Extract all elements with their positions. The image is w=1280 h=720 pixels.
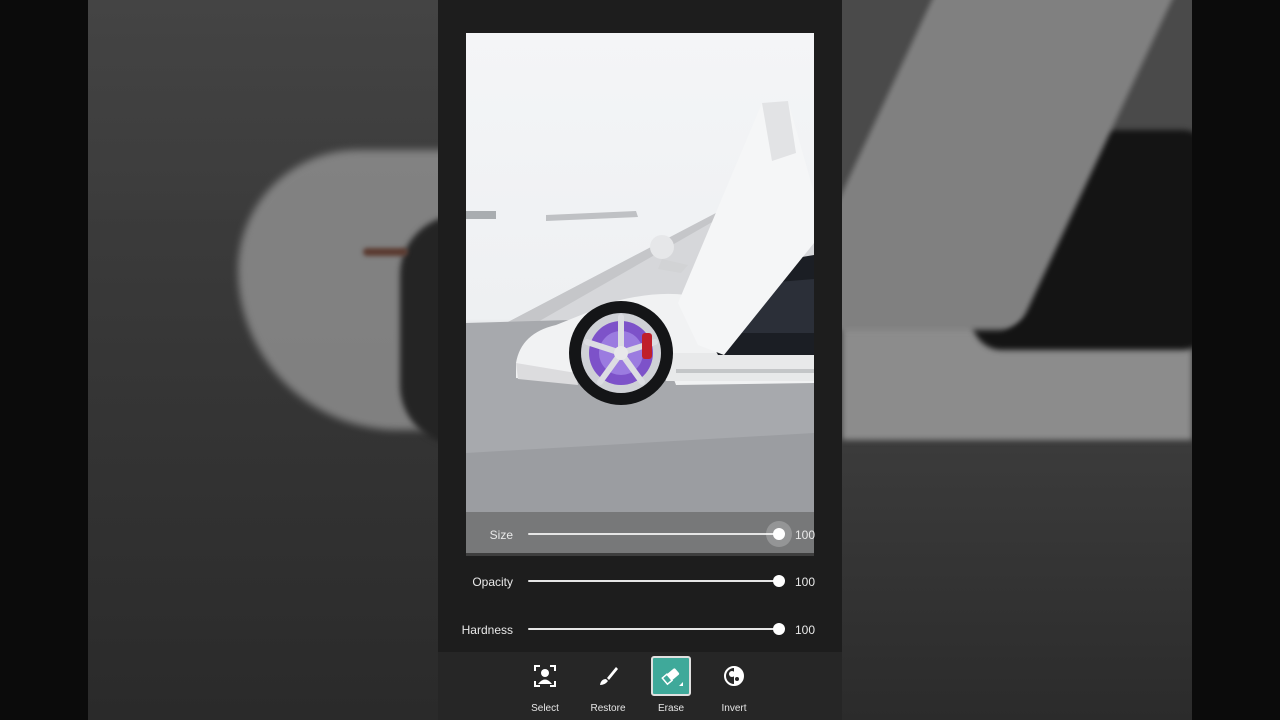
opacity-slider-track[interactable] [528, 580, 779, 582]
bottom-toolbar: Select Restore Erase Invert [438, 652, 842, 720]
invert-tool-button[interactable]: Invert [704, 652, 764, 720]
invert-tool-label: Invert [721, 703, 747, 714]
hardness-value: 100 [795, 623, 816, 637]
invert-icon [714, 656, 754, 696]
opacity-label: Opacity [472, 575, 513, 589]
size-slider-track[interactable] [528, 533, 779, 535]
letterbox-left [0, 0, 88, 720]
select-tool-label: Select [531, 703, 559, 714]
opacity-slider-row: Opacity 100 [438, 559, 842, 603]
editor-screen: Size 100 Opacity 100 Hardness 100 Select… [438, 0, 842, 720]
hardness-label: Hardness [461, 623, 513, 637]
letterbox-right [1192, 0, 1280, 720]
size-slider-thumb[interactable] [773, 528, 785, 540]
hardness-slider-thumb[interactable] [773, 623, 785, 635]
brush-icon [588, 656, 628, 696]
restore-tool-button[interactable]: Restore [578, 652, 638, 720]
erase-tool-label: Erase [657, 703, 685, 714]
select-person-icon [525, 656, 565, 696]
hardness-slider-track[interactable] [528, 628, 779, 630]
hardness-slider-row: Hardness 100 [438, 607, 842, 651]
restore-tool-label: Restore [590, 703, 626, 714]
eraser-icon [651, 656, 691, 696]
car-photo [466, 101, 814, 553]
opacity-slider-thumb[interactable] [773, 575, 785, 587]
size-value: 100 [795, 528, 816, 542]
size-slider-row: Size 100 [466, 512, 816, 556]
select-tool-button[interactable]: Select [515, 652, 575, 720]
photo-canvas[interactable] [466, 33, 814, 553]
opacity-value: 100 [795, 575, 816, 589]
size-label: Size [489, 528, 513, 542]
blurred-backdrop-right [842, 0, 1192, 720]
blurred-backdrop-left [88, 0, 438, 720]
erase-tool-button[interactable]: Erase [641, 652, 701, 720]
